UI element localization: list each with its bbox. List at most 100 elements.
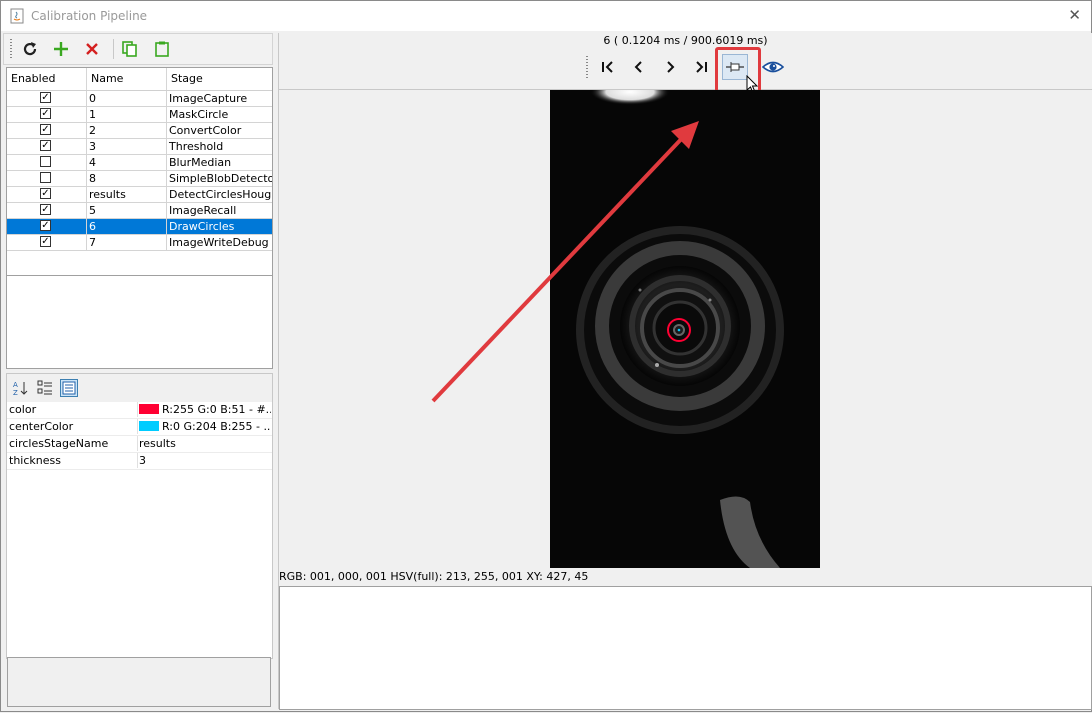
- enabled-cell[interactable]: ✓: [7, 123, 87, 138]
- property-value-text: R:0 G:204 B:255 - ...: [162, 420, 271, 433]
- name-cell[interactable]: 2: [87, 123, 167, 138]
- first-frame-button[interactable]: [595, 54, 621, 80]
- property-pages-icon: [62, 381, 76, 395]
- property-row[interactable]: color R:255 G:0 B:51 - #...: [7, 402, 272, 419]
- paste-icon: [155, 41, 169, 57]
- table-row[interactable]: ✓ results DetectCirclesHough: [7, 187, 272, 203]
- property-help-area: [7, 657, 271, 707]
- stage-cell[interactable]: ImageRecall: [167, 203, 272, 218]
- close-icon[interactable]: ✕: [1068, 6, 1081, 24]
- name-cell[interactable]: 0: [87, 91, 167, 106]
- remove-icon: [86, 43, 98, 55]
- stage-table: Enabled Name Stage ✓ 0 ImageCapture ✓ 1 MaskC…: [6, 67, 273, 301]
- table-row[interactable]: 8 SimpleBlobDetector: [7, 171, 272, 187]
- enabled-checkbox[interactable]: [40, 156, 51, 167]
- stage-cell[interactable]: MaskCircle: [167, 107, 272, 122]
- enabled-cell[interactable]: [7, 155, 87, 170]
- enabled-checkbox[interactable]: ✓: [40, 204, 51, 215]
- table-header: Enabled Name Stage: [7, 68, 272, 91]
- java-app-icon: [10, 8, 24, 24]
- enabled-cell[interactable]: ✓: [7, 91, 87, 106]
- main-window: Calibration Pipeline ✕ Enabled Name Stag…: [0, 0, 1092, 712]
- table-row[interactable]: 4 BlurMedian: [7, 155, 272, 171]
- property-value-text: R:255 G:0 B:51 - #...: [162, 403, 271, 416]
- last-frame-button[interactable]: [688, 54, 714, 80]
- add-stage-button[interactable]: [49, 37, 73, 61]
- log-output-area: [279, 586, 1092, 710]
- table-row[interactable]: ✓ 7 ImageWriteDebug: [7, 235, 272, 251]
- enabled-cell[interactable]: [7, 171, 87, 186]
- table-row[interactable]: ✓ 5 ImageRecall: [7, 203, 272, 219]
- property-value[interactable]: R:0 G:204 B:255 - ...: [139, 419, 271, 434]
- viewer-toolbar-grip[interactable]: [586, 56, 588, 78]
- stage-cell[interactable]: ImageCapture: [167, 91, 272, 106]
- camera-image[interactable]: [550, 90, 820, 568]
- stage-cell[interactable]: ConvertColor: [167, 123, 272, 138]
- image-viewport[interactable]: [279, 90, 1092, 568]
- property-row[interactable]: centerColor R:0 G:204 B:255 - ...: [7, 419, 272, 436]
- enabled-checkbox[interactable]: ✓: [40, 108, 51, 119]
- paste-button[interactable]: [150, 37, 174, 61]
- refresh-button[interactable]: [18, 37, 42, 61]
- enabled-checkbox[interactable]: ✓: [40, 236, 51, 247]
- sort-alpha-button[interactable]: A Z: [12, 379, 30, 397]
- stage-cell[interactable]: DetectCirclesHough: [167, 187, 272, 202]
- window-title: Calibration Pipeline: [31, 9, 148, 23]
- stage-cell[interactable]: SimpleBlobDetector: [167, 171, 272, 186]
- name-cell[interactable]: 6: [87, 219, 167, 234]
- enabled-cell[interactable]: ✓: [7, 139, 87, 154]
- table-row[interactable]: ✓ 2 ConvertColor: [7, 123, 272, 139]
- enabled-cell[interactable]: ✓: [7, 235, 87, 250]
- table-row[interactable]: ✓ 6 DrawCircles: [7, 219, 272, 235]
- property-pages-button[interactable]: [60, 379, 78, 397]
- svg-text:Z: Z: [13, 389, 18, 396]
- stage-cell[interactable]: ImageWriteDebug: [167, 235, 272, 250]
- enabled-cell[interactable]: ✓: [7, 219, 87, 234]
- stage-cell[interactable]: DrawCircles: [167, 219, 272, 234]
- property-value[interactable]: results: [139, 436, 271, 451]
- header-name[interactable]: Name: [87, 68, 167, 90]
- enabled-checkbox[interactable]: ✓: [40, 220, 51, 231]
- name-cell[interactable]: 1: [87, 107, 167, 122]
- property-value[interactable]: 3: [139, 453, 271, 468]
- pipeline-panel: Enabled Name Stage ✓ 0 ImageCapture ✓ 1 MaskC…: [3, 33, 273, 709]
- property-name: color: [9, 402, 138, 417]
- enabled-cell[interactable]: ✓: [7, 203, 87, 218]
- previous-frame-button[interactable]: [626, 54, 652, 80]
- name-cell[interactable]: 7: [87, 235, 167, 250]
- remove-stage-button[interactable]: [80, 37, 104, 61]
- header-stage[interactable]: Stage: [167, 68, 272, 90]
- title-bar: Calibration Pipeline ✕: [1, 1, 1091, 31]
- name-cell[interactable]: 3: [87, 139, 167, 154]
- toolbar-grip[interactable]: [10, 39, 12, 59]
- categorized-button[interactable]: [36, 379, 54, 397]
- categorized-icon: [37, 380, 52, 395]
- property-name: circlesStageName: [9, 436, 138, 451]
- stage-cell[interactable]: Threshold: [167, 139, 272, 154]
- property-value[interactable]: R:255 G:0 B:51 - #...: [139, 402, 271, 417]
- skip-last-icon: [696, 61, 707, 73]
- property-row[interactable]: circlesStageName results: [7, 436, 272, 453]
- name-cell[interactable]: 5: [87, 203, 167, 218]
- copy-button[interactable]: [118, 37, 142, 61]
- name-cell[interactable]: 8: [87, 171, 167, 186]
- property-sheet: A Z color R:255 G:0 B:51 - #... centerCo…: [6, 373, 273, 659]
- enabled-checkbox[interactable]: ✓: [40, 188, 51, 199]
- name-cell[interactable]: 4: [87, 155, 167, 170]
- table-row[interactable]: ✓ 3 Threshold: [7, 139, 272, 155]
- enabled-checkbox[interactable]: [40, 172, 51, 183]
- property-row[interactable]: thickness 3: [7, 453, 272, 470]
- name-cell[interactable]: results: [87, 187, 167, 202]
- enabled-checkbox[interactable]: ✓: [40, 140, 51, 151]
- enabled-checkbox[interactable]: ✓: [40, 92, 51, 103]
- show-overlay-button[interactable]: [760, 54, 786, 80]
- enabled-checkbox[interactable]: ✓: [40, 124, 51, 135]
- pipeline-toolbar: [3, 33, 273, 65]
- table-row[interactable]: ✓ 1 MaskCircle: [7, 107, 272, 123]
- stage-cell[interactable]: BlurMedian: [167, 155, 272, 170]
- header-enabled[interactable]: Enabled: [7, 68, 87, 90]
- table-row[interactable]: ✓ 0 ImageCapture: [7, 91, 272, 107]
- enabled-cell[interactable]: ✓: [7, 187, 87, 202]
- enabled-cell[interactable]: ✓: [7, 107, 87, 122]
- next-frame-button[interactable]: [657, 54, 683, 80]
